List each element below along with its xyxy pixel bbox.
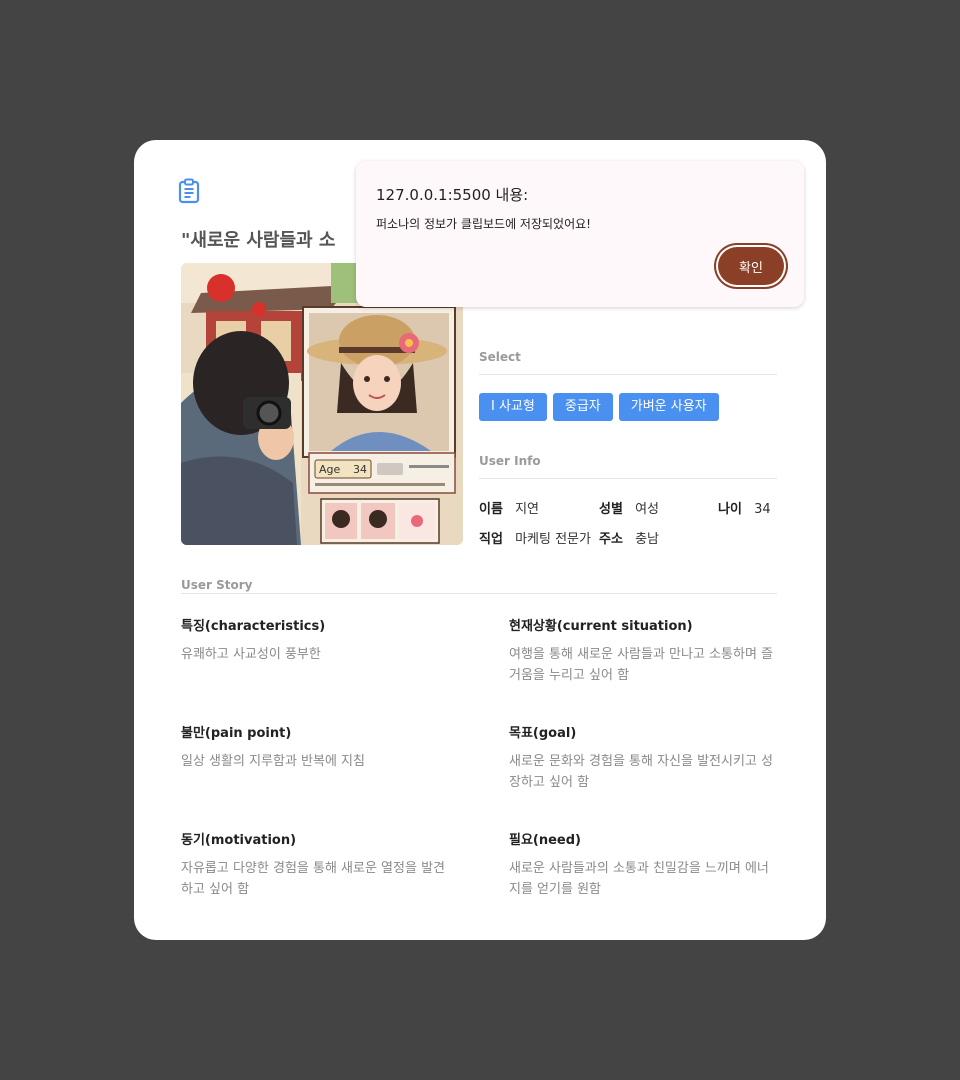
photo-age-label: Age [319, 463, 341, 476]
story-characteristics: 특징(characteristics) 유쾌하고 사교성이 풍부한 [181, 615, 447, 665]
select-divider [479, 374, 777, 375]
story-need: 필요(need) 새로운 사람들과의 소통과 친밀감을 느끼며 에너지를 얻기를… [509, 829, 775, 900]
user-info-label: User Info [479, 454, 541, 468]
name-label: 이름 [479, 502, 503, 517]
story-current-situation: 현재상황(current situation) 여행을 통해 새로운 사람들과 … [509, 615, 775, 686]
select-label: Select [479, 350, 521, 364]
story-title: 목표(goal) [509, 726, 577, 741]
info-name: 이름 지연 [479, 498, 539, 517]
story-text: 새로운 사람들과의 소통과 친밀감을 느끼며 에너지를 얻기를 원함 [509, 861, 769, 897]
tag-usage[interactable]: 가벼운 사용자 [618, 393, 719, 421]
story-pain-point: 불만(pain point) 일상 생활의 지루함과 반복에 지침 [181, 722, 447, 772]
story-goal: 목표(goal) 새로운 문화와 경험을 통해 자신을 발전시키고 성장하고 싶… [509, 722, 775, 793]
info-age: 나이 34 [718, 498, 771, 517]
tag-type[interactable]: I 사교형 [479, 393, 547, 421]
address-value: 충남 [635, 532, 659, 547]
alert-message: 퍼소나의 정보가 클립보드에 저장되었어요! [376, 217, 591, 231]
info-address: 주소 충남 [599, 528, 659, 547]
tag-group: I 사교형 중급자 가벼운 사용자 [479, 393, 719, 421]
tag-level[interactable]: 중급자 [552, 393, 613, 421]
info-job: 직업 마케팅 전문가 [479, 528, 591, 547]
address-label: 주소 [599, 532, 623, 547]
age-value: 34 [754, 502, 771, 517]
clipboard-icon[interactable] [176, 178, 202, 204]
ok-button[interactable]: 확인 [718, 247, 784, 285]
story-title: 필요(need) [509, 833, 581, 848]
gender-value: 여성 [635, 502, 659, 517]
photo-age-value: 34 [353, 463, 367, 476]
user-story-label: User Story [181, 578, 253, 592]
alert-dialog: 127.0.0.1:5500 내용: 퍼소나의 정보가 클립보드에 저장되었어요… [356, 161, 804, 307]
story-text: 자유롭고 다양한 경험을 통해 새로운 열정을 발견하고 싶어 함 [181, 861, 445, 897]
story-title: 동기(motivation) [181, 833, 297, 848]
story-text: 유쾌하고 사교성이 풍부한 [181, 647, 321, 662]
age-label: 나이 [718, 502, 742, 517]
story-text: 새로운 문화와 경험을 통해 자신을 발전시키고 성장하고 싶어 함 [509, 754, 773, 790]
story-motivation: 동기(motivation) 자유롭고 다양한 경험을 통해 새로운 열정을 발… [181, 829, 447, 900]
story-text: 여행을 통해 새로운 사람들과 만나고 소통하며 즐거움을 누리고 싶어 함 [509, 647, 773, 683]
story-title: 현재상황(current situation) [509, 619, 693, 634]
job-label: 직업 [479, 532, 503, 547]
story-text: 일상 생활의 지루함과 반복에 지침 [181, 754, 365, 769]
user-info-divider [479, 478, 777, 479]
user-story-divider [181, 593, 777, 594]
gender-label: 성별 [599, 502, 623, 517]
info-gender: 성별 여성 [599, 498, 659, 517]
name-value: 지연 [515, 502, 539, 517]
story-title: 특징(characteristics) [181, 619, 326, 634]
alert-origin: 127.0.0.1:5500 내용: [376, 186, 529, 204]
job-value: 마케팅 전문가 [515, 532, 591, 547]
story-title: 불만(pain point) [181, 726, 292, 741]
